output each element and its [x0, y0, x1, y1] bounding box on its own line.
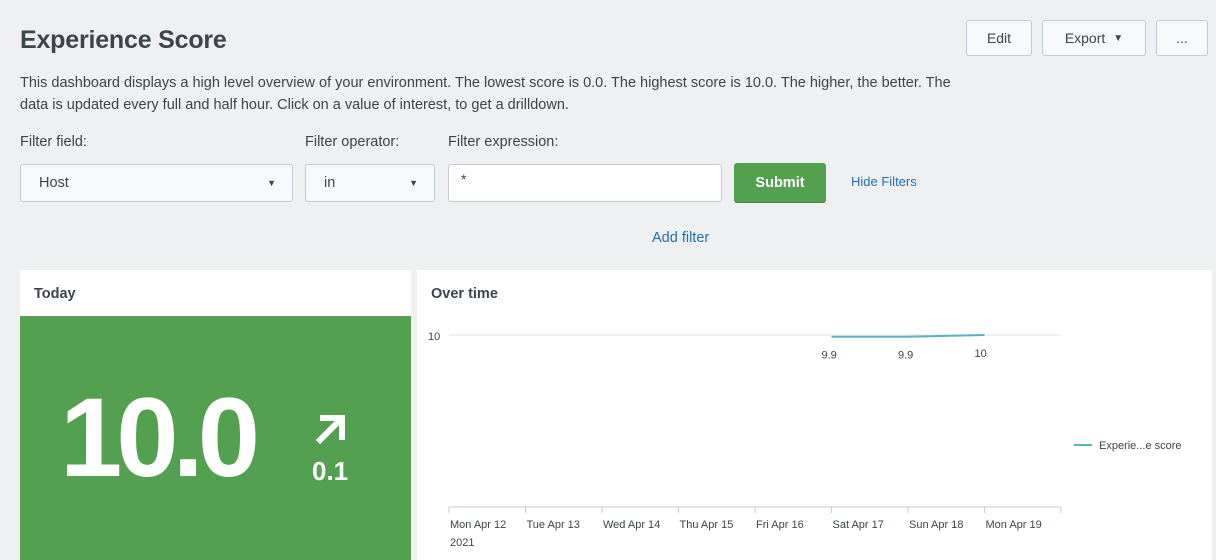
x-tick-label: Sun Apr 18: [909, 519, 963, 531]
filter-operator-value: in: [324, 175, 336, 191]
filter-operator-label: Filter operator:: [305, 134, 400, 150]
caret-down-icon: ▼: [1113, 32, 1124, 44]
today-panel-title: Today: [34, 286, 76, 302]
chevron-down-icon: ▼: [267, 178, 276, 188]
data-label: 10: [975, 348, 987, 360]
filter-field-value: Host: [39, 175, 69, 191]
today-score-value: 10.0: [60, 375, 260, 500]
legend-label: Experie...e score: [1099, 440, 1182, 452]
submit-button[interactable]: Submit: [734, 163, 826, 202]
filter-expression-label: Filter expression:: [448, 134, 559, 150]
page-header: Experience Score: [20, 26, 227, 55]
page-description: This dashboard displays a high level ove…: [20, 75, 951, 113]
x-tick-label: Sat Apr 17: [833, 519, 884, 531]
add-filter-link[interactable]: Add filter: [652, 230, 709, 246]
chevron-down-icon: ▼: [409, 178, 418, 188]
edit-button[interactable]: Edit: [966, 20, 1032, 56]
score-tile[interactable]: 10.0 0.1: [20, 316, 411, 560]
data-label: 9.9: [898, 350, 913, 362]
filter-operator-select[interactable]: in ▼: [305, 164, 435, 202]
x-tick-label: Fri Apr 16: [756, 519, 804, 531]
hide-filters-link[interactable]: Hide Filters: [851, 174, 917, 189]
x-tick-label: Thu Apr 15: [680, 519, 734, 531]
over-time-chart[interactable]: 10 Mon Apr 12 Tue Apr 13 Wed Apr 14 Thu Apr …: [417, 270, 1212, 560]
x-tick-label: Wed Apr 14: [603, 519, 660, 531]
page-title: Experience Score: [20, 26, 227, 54]
more-actions-label: ...: [1176, 30, 1188, 46]
x-year-label: 2021: [450, 537, 474, 549]
today-panel: Today 10.0 0.1: [20, 270, 411, 560]
edit-button-label: Edit: [986, 30, 1012, 46]
x-tick-label: Mon Apr 12: [450, 519, 506, 531]
today-score-delta: 0.1: [312, 456, 349, 486]
filter-field-select[interactable]: Host ▼: [20, 164, 293, 202]
dashboard-toolbar: Edit Export ▼ ...: [966, 20, 1216, 56]
data-label: 9.9: [822, 350, 837, 362]
more-actions-button[interactable]: ...: [1156, 20, 1208, 56]
filter-expression-input[interactable]: *: [448, 164, 722, 202]
export-button[interactable]: Export ▼: [1042, 20, 1146, 56]
x-tick-label: Mon Apr 19: [986, 519, 1042, 531]
trend-up-arrow-icon: [315, 415, 345, 445]
filter-field-label: Filter field:: [20, 134, 87, 150]
x-tick-label: Tue Apr 13: [527, 519, 580, 531]
y-tick-label: 10: [428, 331, 440, 343]
overtime-panel: Over time 10 Mon Apr 12 Tue Apr 13 Wed Apr …: [417, 270, 1212, 560]
export-button-label: Export: [1064, 30, 1106, 46]
